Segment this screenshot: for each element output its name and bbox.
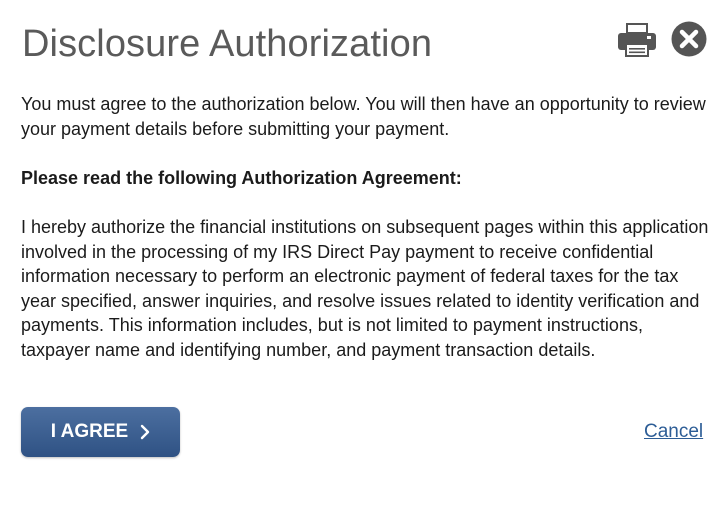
- disclosure-dialog: Disclosure Authorization You must agree …: [0, 0, 725, 506]
- printer-icon: [618, 23, 656, 57]
- close-button[interactable]: [670, 20, 708, 58]
- agree-button-label: I AGREE: [50, 421, 129, 442]
- close-circle-icon: [671, 21, 707, 57]
- print-button[interactable]: [617, 22, 657, 58]
- intro-text: You must agree to the authorization belo…: [21, 94, 706, 139]
- agree-button[interactable]: I AGREE: [21, 407, 180, 457]
- agreement-text: I hereby authorize the financial institu…: [21, 217, 709, 360]
- cancel-link[interactable]: Cancel: [644, 420, 703, 444]
- agreement-heading: Please read the following Authorization …: [21, 168, 462, 188]
- dialog-title: Disclosure Authorization: [22, 23, 433, 65]
- chevron-right-icon: [141, 424, 150, 440]
